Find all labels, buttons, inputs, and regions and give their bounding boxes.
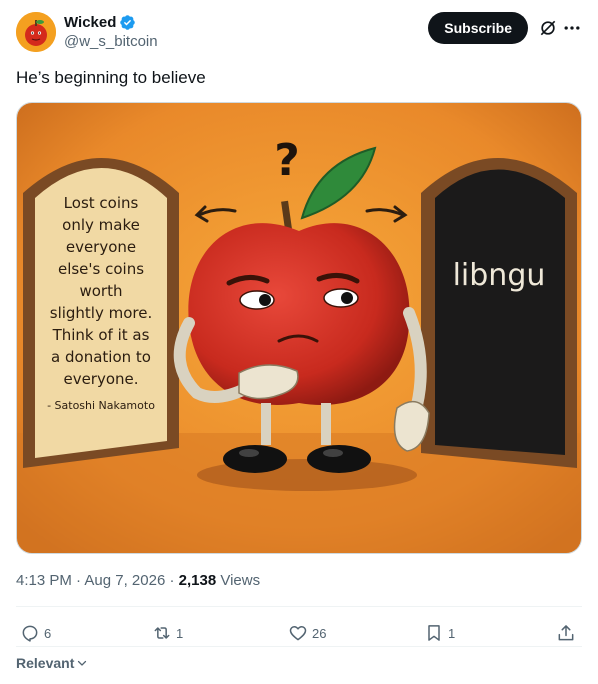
right-door-text: libngu — [453, 258, 546, 293]
repost-button[interactable]: 1 — [152, 618, 183, 648]
heart-icon — [289, 626, 307, 641]
quote-line: Think of it as — [52, 326, 150, 344]
quote-line: Lost coins — [64, 194, 139, 212]
divider — [16, 646, 582, 647]
author-handle[interactable]: @w_s_bitcoin — [64, 32, 158, 52]
tweet-meta: 4:13 PM · Aug 7, 2026 · 2,138 Views — [16, 571, 260, 591]
quote-line: worth — [79, 282, 122, 300]
views-count: 2,138 — [178, 572, 217, 589]
apple-doors-illustration: Lost coins only make everyone else's coi… — [17, 103, 581, 553]
bookmark-button[interactable]: 1 — [424, 618, 455, 648]
share-icon — [558, 625, 574, 641]
quote-line: a donation to — [51, 348, 151, 366]
repost-icon — [154, 627, 170, 639]
subscribe-button[interactable]: Subscribe — [428, 12, 528, 44]
quote-line: only make — [62, 216, 140, 234]
verified-badge-icon — [120, 15, 136, 30]
bookmark-icon — [428, 625, 440, 641]
tweet-time[interactable]: 4:13 PM — [16, 572, 72, 589]
tweet-actions: 6 1 26 1 — [16, 618, 582, 648]
grok-icon[interactable] — [538, 18, 558, 38]
author-display-name[interactable]: Wicked — [64, 13, 116, 32]
avatar-apple-icon — [16, 12, 56, 52]
share-button[interactable] — [556, 618, 576, 648]
avatar[interactable] — [16, 12, 56, 52]
right-door — [421, 158, 577, 468]
reply-icon — [22, 625, 38, 642]
tweet-media-image[interactable]: Lost coins only make everyone else's coi… — [16, 102, 582, 554]
quote-line: slightly more. — [50, 304, 153, 322]
repost-count: 1 — [176, 625, 184, 641]
reply-count: 6 — [44, 625, 52, 641]
like-button[interactable]: 26 — [288, 618, 326, 648]
quote-line: everyone. — [63, 370, 138, 388]
question-mark: ? — [274, 135, 300, 186]
author-display-name-row[interactable]: Wicked — [64, 13, 158, 32]
tweet-header: Wicked @w_s_bitcoin Subscribe — [16, 12, 582, 52]
tweet-date[interactable]: Aug 7, 2026 — [84, 572, 165, 589]
replies-sort-dropdown[interactable]: Relevant — [16, 654, 88, 672]
like-count: 26 — [312, 625, 327, 641]
quote-line: everyone — [66, 238, 136, 256]
views-label: Views — [220, 572, 261, 589]
reply-button[interactable]: 6 — [20, 618, 51, 648]
tweet-text: He’s beginning to believe — [16, 68, 206, 87]
bookmark-count: 1 — [448, 625, 456, 641]
divider — [16, 606, 582, 607]
more-options-icon[interactable] — [562, 18, 582, 38]
chevron-down-icon — [78, 660, 87, 666]
sort-label: Relevant — [16, 655, 75, 671]
quote-attribution: - Satoshi Nakamoto — [47, 399, 155, 412]
meta-separator: · — [169, 572, 175, 589]
quote-line: else's coins — [58, 260, 144, 278]
meta-separator: · — [76, 572, 82, 589]
author-names: Wicked @w_s_bitcoin — [64, 13, 158, 52]
